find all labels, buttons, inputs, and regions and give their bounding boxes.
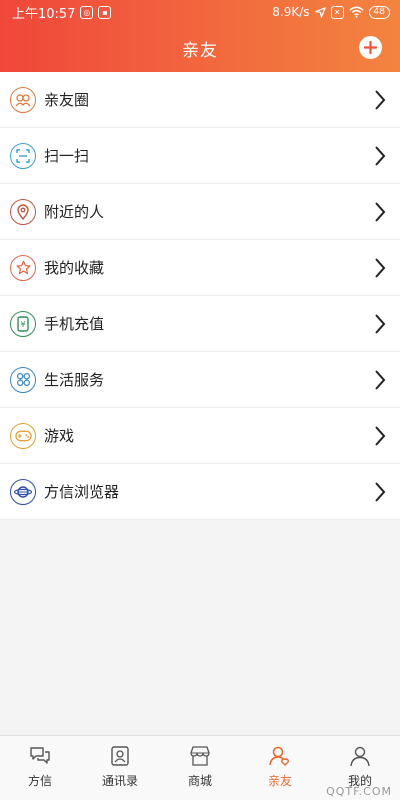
- chevron-right-icon: [375, 90, 386, 110]
- app-notification-icon: ◎: [80, 5, 94, 19]
- status-time: 上午10:57: [12, 6, 76, 22]
- profile-icon: [350, 746, 370, 767]
- tab-contacts[interactable]: 通讯录: [80, 736, 160, 800]
- menu-item-label: 扫一扫: [44, 147, 90, 165]
- services-icon: [10, 366, 36, 393]
- chevron-right-icon: [375, 314, 386, 334]
- wifi-icon: [348, 6, 364, 18]
- net-speed: 8.9K/s: [272, 5, 310, 19]
- menu-item-games[interactable]: 游戏: [0, 408, 400, 464]
- menu-item-browser[interactable]: 方信浏览器: [0, 464, 400, 520]
- menu-item-label: 生活服务: [44, 371, 105, 389]
- chevron-right-icon: [375, 202, 386, 222]
- menu-item-life-services[interactable]: 生活服务: [0, 352, 400, 408]
- recharge-icon: ¥: [10, 310, 36, 337]
- location-pin-icon: [10, 198, 36, 225]
- globe-icon: [10, 478, 36, 505]
- status-bar: 上午10:57 ◎ ▪ 8.9K/s ✕ 48: [0, 0, 400, 24]
- app-notification-icon-2: ▪: [98, 5, 112, 19]
- chevron-right-icon: [375, 482, 386, 502]
- tab-fangxin[interactable]: 方信: [0, 736, 80, 800]
- chevron-right-icon: [375, 370, 386, 390]
- menu-item-nearby-people[interactable]: 附近的人: [0, 184, 400, 240]
- tab-friends[interactable]: 亲友: [240, 736, 320, 800]
- menu-item-label: 手机充值: [44, 315, 105, 333]
- sim-off-icon: ✕: [330, 5, 344, 19]
- scan-icon: [10, 142, 36, 169]
- watermark: QQTF.COM: [326, 785, 392, 798]
- menu-item-friends-circle[interactable]: 亲友圈: [0, 72, 400, 128]
- plus-icon: [364, 41, 377, 54]
- friends-icon: [269, 746, 289, 766]
- tab-store[interactable]: 商城: [160, 736, 240, 800]
- tab-label: 商城: [187, 774, 212, 788]
- tab-label: 通讯录: [101, 774, 138, 788]
- menu-item-label: 附近的人: [44, 203, 105, 221]
- menu-item-label: 我的收藏: [44, 259, 105, 277]
- friends-circle-icon: [10, 86, 36, 113]
- gamepad-icon: [10, 422, 36, 449]
- app-header: 上午10:57 ◎ ▪ 8.9K/s ✕ 48 亲友: [0, 0, 400, 72]
- chevron-right-icon: [375, 426, 386, 446]
- tab-label: 亲友: [267, 774, 292, 788]
- menu-item-label: 亲友圈: [44, 91, 90, 109]
- page-title: 亲友: [182, 40, 218, 61]
- chat-icon: [30, 747, 50, 764]
- menu-item-favorites[interactable]: 我的收藏: [0, 240, 400, 296]
- battery-icon: 48: [368, 5, 390, 19]
- add-button[interactable]: [359, 36, 382, 59]
- menu-item-label: 游戏: [44, 427, 75, 445]
- location-arrow-icon: [314, 6, 326, 18]
- chevron-right-icon: [375, 258, 386, 278]
- star-icon: [10, 254, 36, 281]
- menu-item-phone-recharge[interactable]: ¥ 手机充值: [0, 296, 400, 352]
- menu-list: 亲友圈 扫一扫 附近的人 我的收藏 ¥ 手机充值 生活服务 游戏 方信浏览器: [0, 72, 400, 520]
- store-icon: [190, 746, 210, 766]
- menu-item-scan[interactable]: 扫一扫: [0, 128, 400, 184]
- contacts-icon: [111, 746, 129, 766]
- menu-item-label: 方信浏览器: [44, 483, 120, 501]
- tab-label: 方信: [27, 774, 52, 788]
- chevron-right-icon: [375, 146, 386, 166]
- svg-text:¥: ¥: [20, 320, 25, 329]
